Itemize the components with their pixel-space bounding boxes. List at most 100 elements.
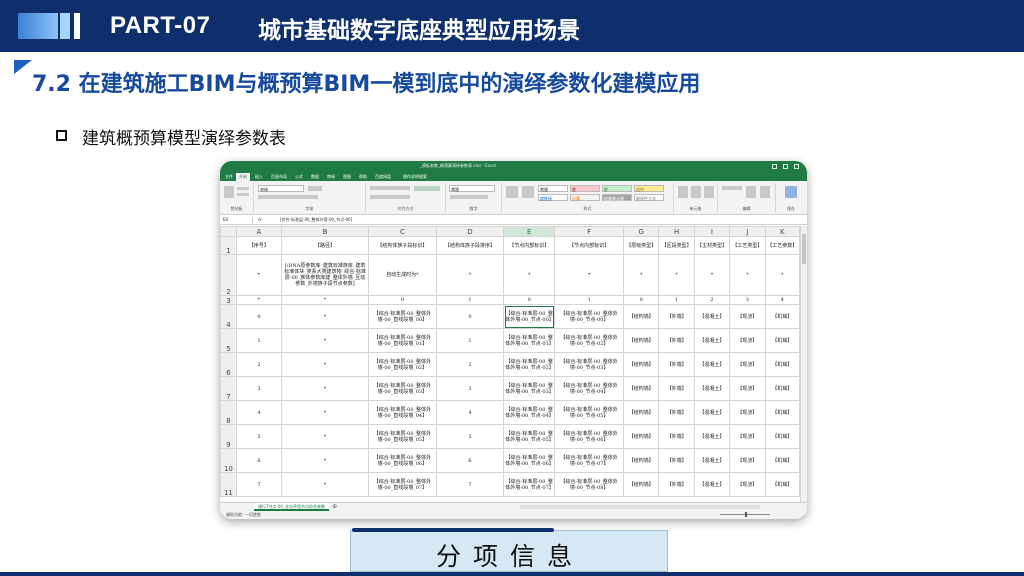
tab-help[interactable]: 帮助 [356,173,370,181]
table-cell[interactable]: 【现浇】 [729,352,766,377]
close-icon[interactable] [794,164,799,169]
table-cell[interactable]: 【序号】 [235,236,282,255]
scroll-thumb[interactable] [802,234,806,264]
row-header[interactable]: 10 [220,448,237,473]
table-cell[interactable]: 【综合-标准层-00_整体外墙-00_节点-06】 [503,448,556,473]
table-cell[interactable]: * [280,400,370,425]
table-cell[interactable]: 【结构墙】 [623,424,660,449]
table-cell[interactable]: 【现浇】 [729,304,766,329]
style-hyperlink[interactable]: 超链接 [538,194,568,201]
table-cell[interactable]: 【综合-标准层-00_整体外墙-00_节点-05】 [503,424,556,449]
align-buttons[interactable] [370,186,410,190]
table-cell[interactable]: 5 [435,424,505,449]
table-cell[interactable]: 【机械】 [764,352,800,377]
table-cell[interactable]: 【综合-标准层-00_整体外墙-00_节点-03】 [554,352,625,377]
table-cell[interactable]: * [280,328,370,353]
table-cell[interactable]: 【现浇】 [729,376,766,401]
table-cell[interactable]: 【综合-标准层-00_整体外墙-00_节点-08】 [554,472,625,497]
table-cell[interactable]: 0 [503,295,556,305]
row-header[interactable]: 7 [220,376,237,401]
table-cell[interactable]: 【现浇】 [729,424,766,449]
table-cell[interactable]: 1 [435,328,505,353]
table-cell[interactable]: 【综合-标准层-00_整体外墙-00_直线段墙_03】 [368,376,437,401]
table-cell[interactable]: 0 [623,295,660,305]
table-cell[interactable]: 【现浇】 [729,400,766,425]
style-good[interactable]: 好 [602,185,632,192]
style-normal[interactable]: 常规 [538,185,568,192]
column-header-g[interactable]: G [623,226,660,237]
table-cell[interactable]: 【综合-标准层-00_整体外墙-00_节点-02】 [503,352,556,377]
number-format-buttons[interactable] [450,195,488,199]
table-cell[interactable]: * [235,254,282,296]
table-cell[interactable]: 【结构墙】 [623,400,660,425]
row-header[interactable]: 4 [220,304,237,329]
table-cell[interactable]: 【综合-标准层-00_整体外墙-00_节点-00】 [503,304,556,329]
table-cell[interactable]: 【综合-标准层-00_整体外墙-00_节点-04】 [503,400,556,425]
tab-page-layout[interactable]: 页面布局 [268,173,290,181]
indent-buttons[interactable] [370,195,410,199]
add-sheet-icon[interactable]: ⊕ [332,503,337,510]
row-header[interactable]: 1 [220,236,237,255]
table-cell[interactable]: 【混凝土】 [693,328,731,353]
table-cell[interactable]: 【机械】 [764,376,800,401]
table-cell[interactable]: 【结构墙】 [623,376,660,401]
table-cell[interactable]: * [280,304,370,329]
table-cell[interactable]: 【综合-标准层-00_整体外墙-00_直线段墙_06】 [368,448,437,473]
column-header-e[interactable]: E [503,226,556,237]
table-cell[interactable]: * [280,472,370,497]
font-size-select[interactable] [308,186,322,191]
table-cell[interactable]: * [280,352,370,377]
table-cell[interactable]: 【综合-标准层-00_整体外墙-00_直线段墙_05】 [368,424,437,449]
table-cell[interactable]: 【综合-标准层-00_整体外墙-00_直线段墙_01】 [368,328,437,353]
table-cell[interactable]: 【综合-标准层-00_整体外墙-00_节点-04】 [554,376,625,401]
table-cell[interactable]: * [235,295,282,305]
table-cell[interactable]: 7 [235,472,282,497]
tab-formulas[interactable]: 公式 [292,173,306,181]
format-as-table-icon[interactable] [522,186,534,198]
table-cell[interactable]: * [764,254,800,296]
table-cell[interactable]: * [280,448,370,473]
table-cell[interactable]: 6 [435,448,505,473]
table-cell[interactable]: 【结构墙】 [623,328,660,353]
wrap-text-button[interactable] [414,186,440,191]
column-header-d[interactable]: D [435,226,505,237]
table-cell[interactable]: 【外墙】 [658,304,695,329]
tab-review[interactable]: 审阅 [324,173,338,181]
formula-input[interactable]: [综合-标准层-00_整体外墙-00_节点-00] [280,217,352,223]
table-cell[interactable]: 【综合-标准层-00_整体外墙-00_节点-07】 [554,448,625,473]
table-cell[interactable]: * [693,254,731,296]
table-cell[interactable]: 4 [235,400,282,425]
column-header-a[interactable]: A [235,226,282,237]
table-cell[interactable]: 【混凝土】 [693,448,731,473]
select-all-corner[interactable] [220,226,237,237]
table-cell[interactable]: 【混凝土】 [693,352,731,377]
table-cell[interactable]: 【结构墙】 [623,304,660,329]
column-header-f[interactable]: F [554,226,625,237]
table-cell[interactable]: 1 [658,295,695,305]
table-cell[interactable]: 【节点内部标识】 [554,236,625,255]
minimize-icon[interactable] [772,164,777,169]
table-cell[interactable]: [\DNA原参数库_建筑标准族库_建筑标准体块_类系大类建筑物_综合-标准层-0… [280,254,370,296]
table-cell[interactable]: 【混凝土】 [693,376,731,401]
table-cell[interactable]: 【机械】 [764,424,800,449]
tab-insert[interactable]: 插入 [252,173,266,181]
table-cell[interactable]: 【外墙】 [658,376,695,401]
number-format-select[interactable]: 常规 [449,185,495,192]
table-cell[interactable]: 【现浇】 [729,328,766,353]
table-cell[interactable]: 【路径】 [280,236,370,255]
table-cell[interactable]: 3 [435,376,505,401]
style-neutral[interactable]: 适中 [634,185,664,192]
table-cell[interactable]: * [435,254,505,296]
tab-data[interactable]: 数据 [308,173,322,181]
table-cell[interactable]: 0 [368,295,437,305]
table-cell[interactable]: * [729,254,766,296]
maximize-icon[interactable] [783,164,788,169]
table-cell[interactable]: 【综合-标准层-00_整体外墙-00_节点-00】 [554,304,625,329]
cut-icon[interactable] [237,187,249,190]
table-cell[interactable]: 0 [435,304,505,329]
copy-icon[interactable] [237,193,249,196]
table-cell[interactable]: 【外墙】 [658,424,695,449]
tell-me-search[interactable]: 操作说明搜索 [400,173,430,181]
name-box[interactable]: E4 [223,217,253,224]
table-cell[interactable]: 【区段类型】 [658,236,695,255]
